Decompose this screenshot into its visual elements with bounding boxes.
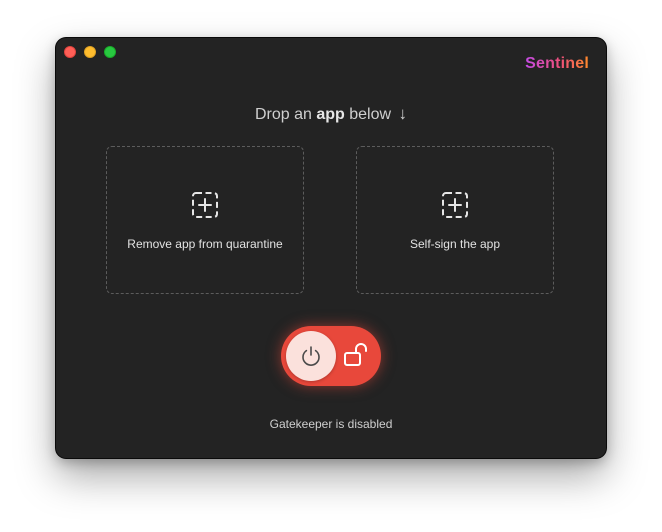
app-window: Sentinel Drop an app below ↓ Remove app … (56, 38, 606, 458)
dropzone-remove-quarantine[interactable]: Remove app from quarantine (106, 146, 304, 294)
zoom-button[interactable] (104, 46, 116, 58)
gatekeeper-toggle[interactable] (281, 326, 381, 386)
dropzone-label: Self-sign the app (409, 237, 501, 251)
drop-heading: Drop an app below ↓ (56, 104, 606, 124)
arrow-down-icon: ↓ (398, 104, 408, 123)
window-controls (64, 46, 116, 58)
gatekeeper-status: Gatekeeper is disabled (269, 417, 393, 431)
dropzone-self-sign[interactable]: Self-sign the app (356, 146, 554, 294)
app-logo: Sentinel (525, 55, 589, 72)
minimize-button[interactable] (84, 46, 96, 58)
power-icon (302, 346, 320, 366)
toggle-knob[interactable] (286, 331, 336, 381)
heading-suffix: below (349, 106, 392, 123)
close-button[interactable] (64, 46, 76, 58)
unlock-icon (344, 343, 367, 366)
heading-emphasis: app (316, 106, 345, 123)
dropzone-label: Remove app from quarantine (127, 237, 283, 251)
heading-prefix: Drop an (254, 106, 312, 123)
add-square-icon (442, 192, 468, 218)
add-square-icon (192, 192, 218, 218)
